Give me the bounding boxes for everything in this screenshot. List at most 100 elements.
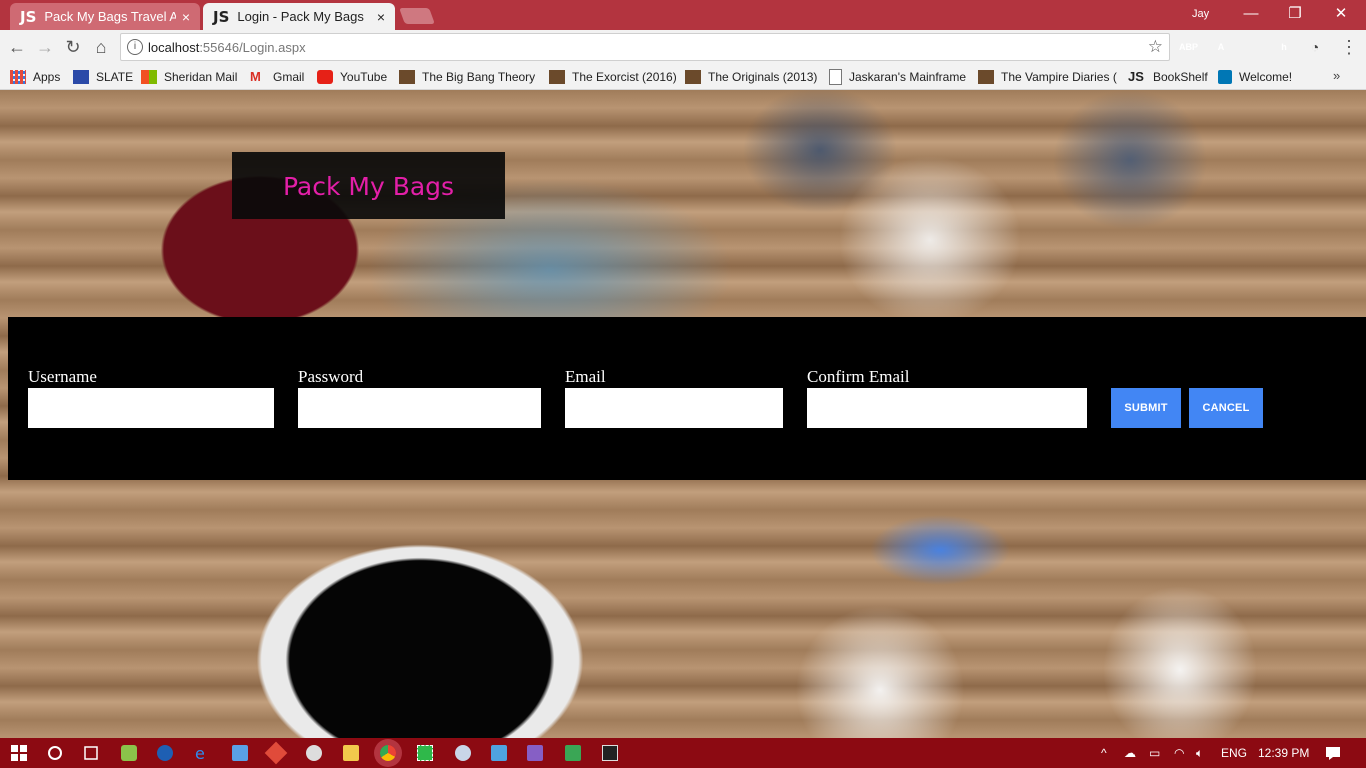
bookmark-label: BookShelf bbox=[1153, 70, 1208, 84]
apps-grid-icon bbox=[10, 70, 26, 84]
bookmark-vampire-diaries[interactable]: The Vampire Diaries ( bbox=[978, 68, 1117, 86]
file-explorer-icon[interactable] bbox=[343, 745, 359, 761]
restore-icon[interactable]: ❐ bbox=[1280, 4, 1310, 24]
bookmark-youtube[interactable]: YouTube bbox=[317, 68, 387, 86]
app-icon-green[interactable] bbox=[417, 745, 433, 761]
bookmark-big-bang-theory[interactable]: The Big Bang Theory bbox=[399, 68, 535, 86]
reload-icon[interactable]: ↻ bbox=[62, 36, 84, 58]
address-bar[interactable]: i localhost:55646/Login.aspx ☆ bbox=[120, 33, 1170, 61]
minimize-icon[interactable]: — bbox=[1236, 4, 1266, 24]
url-text[interactable]: localhost:55646/Login.aspx bbox=[148, 40, 306, 55]
disk-utility-icon[interactable] bbox=[455, 745, 471, 761]
bookmark-slate[interactable]: SLATE bbox=[73, 68, 133, 86]
windows-taskbar: e ^ ☁ ▭ ◠ 🔈︎ ENG 12:39 PM bbox=[0, 738, 1366, 768]
bookmark-exorcist[interactable]: The Exorcist (2016) bbox=[549, 68, 677, 86]
cortana-search-icon[interactable] bbox=[47, 745, 63, 761]
linkedin-icon bbox=[1218, 70, 1232, 84]
chrome-icon[interactable] bbox=[380, 745, 396, 761]
bookmark-label: The Vampire Diaries ( bbox=[1001, 70, 1117, 84]
adblock-plus-icon[interactable]: ABP bbox=[1179, 38, 1198, 56]
tab-close-icon[interactable]: × bbox=[182, 9, 190, 25]
speed-extension-icon[interactable]: ◔ bbox=[1306, 38, 1324, 56]
password-input[interactable] bbox=[298, 388, 541, 428]
language-indicator[interactable]: ENG bbox=[1221, 746, 1247, 760]
app-icon[interactable] bbox=[306, 745, 322, 761]
bookmark-label: The Exorcist (2016) bbox=[572, 70, 677, 84]
bookmark-label: YouTube bbox=[340, 70, 388, 84]
email-label: Email bbox=[565, 367, 606, 386]
cube-extension-icon[interactable] bbox=[1243, 38, 1261, 56]
film-icon bbox=[549, 70, 565, 84]
film-icon bbox=[399, 70, 415, 84]
paint-icon[interactable] bbox=[491, 745, 507, 761]
profile-name[interactable]: Jay bbox=[1192, 8, 1209, 20]
svg-text:e: e bbox=[195, 745, 205, 761]
film-icon bbox=[685, 70, 701, 84]
bookmark-label: Apps bbox=[33, 70, 61, 84]
js-icon: JS bbox=[1128, 69, 1144, 84]
wifi-icon[interactable]: ◠ bbox=[1174, 746, 1184, 760]
bookmark-label: Jaskaran's Mainframe bbox=[849, 70, 966, 84]
email-input[interactable] bbox=[565, 388, 783, 428]
brand-title: Pack My Bags bbox=[282, 172, 455, 201]
tab-login-active[interactable]: JS Login - Pack My Bags × bbox=[203, 3, 395, 30]
bookmarks-bar: Apps SLATE Sheridan Mail M Gmail YouTube… bbox=[0, 64, 1366, 90]
username-label: Username bbox=[28, 367, 97, 386]
home-icon[interactable]: ⌂ bbox=[90, 36, 112, 58]
bookmark-label: The Big Bang Theory bbox=[422, 70, 536, 84]
login-form-panel: Username Password Email Confirm Email SU… bbox=[8, 317, 1366, 480]
password-label: Password bbox=[298, 367, 364, 386]
visual-studio-icon[interactable] bbox=[527, 745, 543, 761]
acrobat-icon[interactable]: A bbox=[1212, 38, 1230, 56]
forward-arrow-icon[interactable]: → bbox=[34, 36, 56, 58]
bookmark-gmail[interactable]: M Gmail bbox=[250, 68, 304, 86]
puzzle-extension-icon[interactable]: h bbox=[1275, 38, 1293, 56]
bookmark-bookshelf[interactable]: JS BookShelf bbox=[1128, 68, 1208, 86]
virtualbox-icon[interactable] bbox=[232, 745, 248, 761]
bookmark-welcome[interactable]: Welcome! bbox=[1218, 68, 1292, 86]
task-view-icon[interactable] bbox=[82, 745, 98, 761]
new-tab-button[interactable] bbox=[399, 8, 435, 24]
volume-icon[interactable]: 🔈︎ bbox=[1196, 746, 1203, 761]
battery-icon[interactable]: ▭ bbox=[1149, 746, 1160, 760]
tab-close-icon[interactable]: × bbox=[377, 9, 385, 25]
bookmark-apps[interactable]: Apps bbox=[10, 68, 60, 86]
windows-start-icon[interactable] bbox=[11, 745, 27, 761]
bookmark-originals[interactable]: The Originals (2013) bbox=[685, 68, 817, 86]
tab-label: Login - Pack My Bags bbox=[237, 9, 364, 24]
slate-icon bbox=[73, 70, 89, 84]
gmail-icon: M bbox=[250, 69, 261, 84]
bookmarks-overflow-icon[interactable]: » bbox=[1333, 68, 1340, 83]
bookmark-label: SLATE bbox=[96, 70, 134, 84]
brand-banner: Pack My Bags bbox=[232, 152, 505, 219]
show-hidden-icons-icon[interactable]: ^ bbox=[1101, 746, 1107, 760]
youtube-icon bbox=[317, 70, 333, 84]
action-center-icon[interactable] bbox=[1325, 745, 1341, 761]
project-icon[interactable] bbox=[565, 745, 581, 761]
bookmark-star-icon[interactable]: ☆ bbox=[1148, 37, 1163, 57]
bookmark-sheridan-mail[interactable]: Sheridan Mail bbox=[141, 68, 237, 86]
username-input[interactable] bbox=[28, 388, 274, 428]
microsoft-icon bbox=[141, 70, 157, 84]
window-close-icon[interactable]: ✕ bbox=[1326, 4, 1356, 24]
tab-label: Pack My Bags Travel Age bbox=[44, 9, 176, 24]
cancel-button[interactable]: CANCEL bbox=[1189, 388, 1263, 428]
site-info-icon[interactable]: i bbox=[127, 39, 143, 55]
confirm-email-input[interactable] bbox=[807, 388, 1087, 428]
clock[interactable]: 12:39 PM bbox=[1258, 746, 1309, 760]
android-studio-icon[interactable] bbox=[121, 745, 137, 761]
onedrive-icon[interactable]: ☁ bbox=[1124, 746, 1136, 760]
edge-icon[interactable]: e bbox=[194, 744, 210, 763]
browser-menu-icon[interactable]: ⋮ bbox=[1340, 36, 1358, 58]
browser-toolbar: ← → ↻ ⌂ i localhost:55646/Login.aspx ☆ A… bbox=[0, 30, 1366, 64]
back-arrow-icon[interactable]: ← bbox=[6, 36, 28, 58]
submit-button[interactable]: SUBMIT bbox=[1111, 388, 1181, 428]
browser-titlebar: JS Pack My Bags Travel Age × JS Login - … bbox=[0, 0, 1366, 30]
bookmark-label: Sheridan Mail bbox=[164, 70, 238, 84]
git-icon[interactable] bbox=[264, 741, 288, 765]
film-icon bbox=[978, 70, 994, 84]
tab-pack-my-bags-travel[interactable]: JS Pack My Bags Travel Age × bbox=[10, 3, 200, 30]
bookmark-jaskarans-mainframe[interactable]: Jaskaran's Mainframe bbox=[829, 68, 966, 86]
firefox-icon[interactable] bbox=[157, 745, 173, 761]
camera-app-icon[interactable] bbox=[602, 745, 618, 761]
